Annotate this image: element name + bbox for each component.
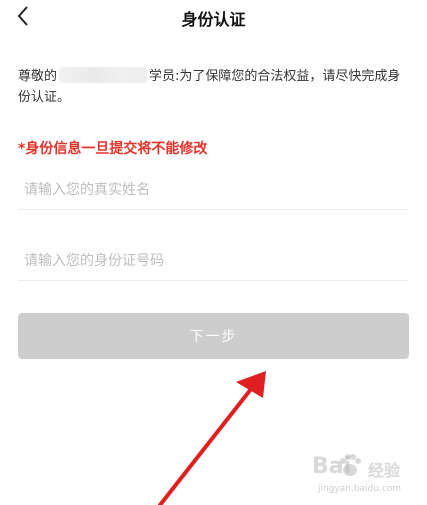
paw-icon	[340, 454, 361, 476]
next-step-button[interactable]: 下一步	[18, 313, 409, 359]
watermark-logo: Bai	[312, 454, 352, 479]
redacted-username	[59, 67, 148, 83]
warning-text: *身份信息一旦提交将不能修改	[18, 141, 208, 157]
watermark-url: jingyan.baidu.com	[318, 484, 402, 494]
id-number-input[interactable]	[18, 241, 408, 281]
auth-notice: 尊敬的 学员:为了保障您的合法权益，请尽快完成身份认证。	[18, 66, 410, 108]
watermark-cn: 经验	[368, 461, 401, 480]
top-bar: 身份认证	[0, 0, 427, 34]
real-name-input[interactable]	[18, 170, 408, 210]
notice-prefix: 尊敬的	[18, 69, 58, 84]
page-title: 身份认证	[181, 10, 246, 29]
watermark: Bai 经验 jingyan.baidu.com	[304, 452, 422, 500]
